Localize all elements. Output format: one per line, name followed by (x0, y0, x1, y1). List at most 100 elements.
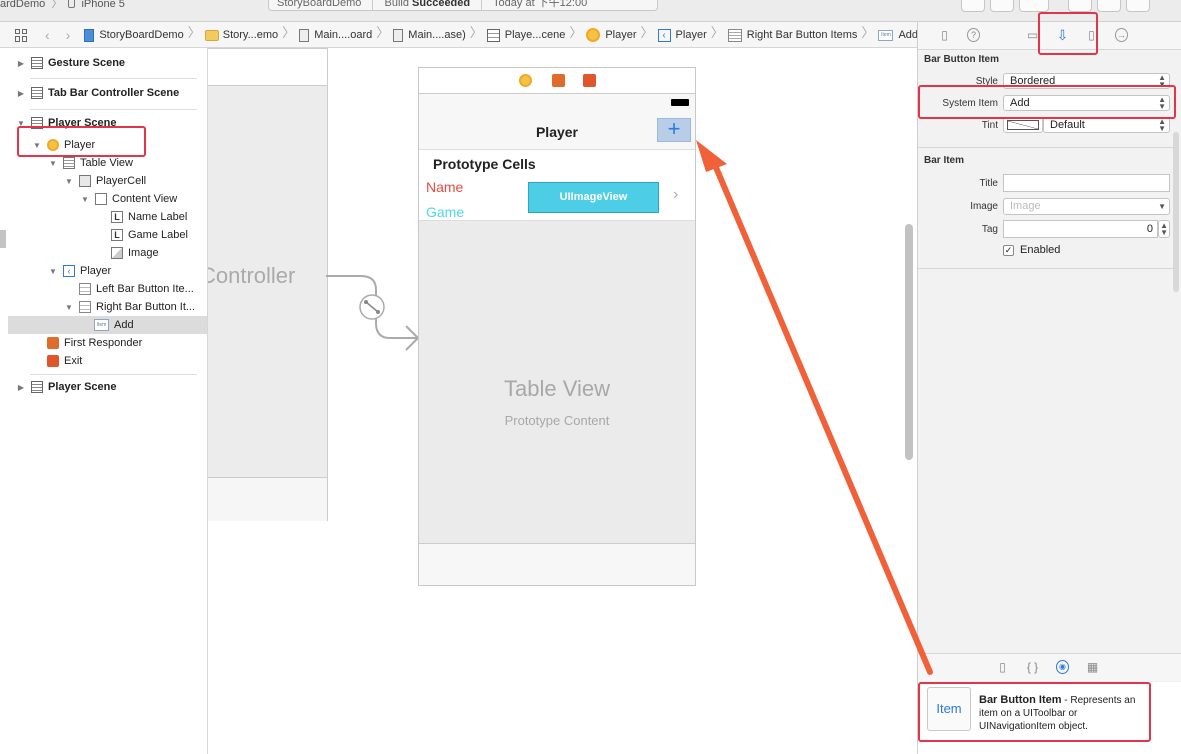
disclosure-triangle-icon[interactable]: ▶ (17, 89, 25, 98)
back-button[interactable]: ‹ (37, 22, 58, 47)
first-responder-icon (47, 337, 59, 349)
file-template-library-icon[interactable]: ▯ (996, 660, 1009, 674)
name-label[interactable]: Name (426, 179, 463, 195)
table-view[interactable]: Table View Prototype Content (419, 221, 695, 543)
outline-tab-bar-controller-scene[interactable]: ▶ Tab Bar Controller Scene (17, 84, 179, 102)
image-label: Image (970, 201, 998, 212)
enabled-label: Enabled (1020, 244, 1061, 256)
breadcrumb-label: StoryBoardDemo (99, 29, 184, 41)
forward-button[interactable]: › (58, 22, 85, 47)
image-view[interactable]: UIImageView (528, 182, 659, 213)
previous-view-controller[interactable]: Controller (208, 48, 328, 521)
table-view-placeholder-subtitle: Prototype Content (504, 413, 610, 428)
media-library-icon[interactable]: ▦ (1086, 660, 1099, 674)
enabled-checkbox[interactable]: ✓ (1003, 245, 1014, 256)
object-library-icon[interactable]: ◉ (1056, 660, 1069, 674)
breadcrumb-bar-items[interactable]: Right Bar Button Items (727, 22, 857, 47)
exit-icon (47, 355, 59, 367)
breadcrumb-group[interactable]: Story...emo (204, 22, 278, 47)
related-items-button[interactable] (0, 22, 37, 47)
outline-player-scene-2[interactable]: ▶ Player Scene (17, 378, 117, 396)
outline-item-label: First Responder (64, 337, 143, 349)
tag-stepper[interactable]: ▲ ▼ (1158, 220, 1170, 238)
standard-editor-button[interactable] (961, 0, 985, 12)
breadcrumb-navigation-item[interactable]: ‹ Player (657, 22, 707, 47)
outline-name-label[interactable]: L Name Label (111, 208, 187, 226)
tint-color-well[interactable] (1003, 117, 1043, 133)
outline-player-cell[interactable]: ▼ PlayerCell (65, 172, 146, 190)
version-editor-button[interactable] (1019, 0, 1049, 12)
outline-right-bar-button-items[interactable]: ▼ Right Bar Button It... (65, 298, 195, 316)
breadcrumb-storyboard[interactable]: Main....oard (299, 22, 373, 47)
prototype-cells-header: Prototype Cells (433, 156, 536, 172)
section-divider (918, 268, 1173, 269)
toggle-debug-area-button[interactable] (1097, 0, 1121, 12)
image-combo-box[interactable]: Image ▼ (1003, 198, 1170, 215)
breadcrumb-add-item[interactable]: Item Add (878, 22, 917, 47)
exit-icon[interactable] (583, 74, 596, 87)
tag-field[interactable]: 0 (1003, 220, 1158, 238)
grid-icon (15, 28, 28, 42)
scheme-name: ardDemo (0, 0, 46, 10)
storyboard-file-icon (393, 28, 404, 42)
navigation-item-icon: ‹ (63, 265, 75, 277)
outline-item-label: Add (114, 319, 134, 331)
outline-item-label: Exit (64, 355, 83, 367)
add-bar-button[interactable]: + (657, 118, 691, 142)
quick-help-icon[interactable]: ? (967, 28, 980, 42)
outline-content-view[interactable]: ▼ Content View (81, 190, 177, 208)
breadcrumb-scene[interactable]: Playe...cene (486, 22, 565, 47)
breadcrumb-storyboard-base[interactable]: Main....ase) (393, 22, 466, 47)
player-cell[interactable]: Name Game UIImageView › (419, 174, 695, 221)
scheme-selector[interactable]: ardDemo 〉 iPhone 5 (0, 0, 125, 11)
disclosure-triangle-icon[interactable]: ▶ (17, 383, 25, 392)
breadcrumb-view-controller[interactable]: Player (586, 22, 637, 47)
disclosure-triangle-icon[interactable]: ▼ (49, 267, 57, 276)
inspector-scrollbar[interactable] (1173, 132, 1179, 292)
outline-exit[interactable]: Exit (47, 352, 82, 370)
storyboard-file-icon (299, 28, 310, 42)
breadcrumb-label: Main....oard (314, 29, 373, 41)
outline-left-bar-button-items[interactable]: Left Bar Button Ite... (79, 280, 194, 298)
assistant-editor-button[interactable] (990, 0, 1014, 12)
tag-value: 0 (1146, 223, 1153, 235)
connections-inspector-icon[interactable]: → (1115, 28, 1128, 42)
outline-gesture-scene[interactable]: ▶ Gesture Scene (17, 54, 125, 72)
view-controller-icon[interactable] (519, 74, 532, 87)
game-label[interactable]: Game (426, 204, 464, 220)
toggle-utilities-button[interactable] (1126, 0, 1150, 12)
player-view-controller[interactable]: Player + Prototype Cells Name Game UIIma… (418, 67, 696, 586)
outline-first-responder[interactable]: First Responder (47, 334, 142, 352)
outline-image[interactable]: Image (111, 244, 159, 262)
status-bar (419, 94, 695, 110)
tint-popup[interactable]: Default ▲ ▼ (1043, 117, 1170, 133)
code-snippet-library-icon[interactable]: { } (1026, 660, 1039, 674)
disclosure-triangle-icon[interactable]: ▼ (65, 303, 73, 312)
title-label: Title (979, 178, 998, 189)
first-responder-icon[interactable] (552, 74, 565, 87)
disclosure-triangle-icon[interactable]: ▼ (81, 195, 89, 204)
table-view-placeholder-title: Table View (504, 376, 610, 401)
utilities-inspector: ▯ ? ▭ ⇩ ▯ → Bar Button Item Style Border… (917, 22, 1181, 754)
disclosure-triangle-icon[interactable]: ▶ (17, 59, 25, 68)
outline-item-label: Game Label (128, 229, 188, 241)
outline-add-bar-button-item[interactable]: Item Add (94, 316, 134, 334)
disclosure-triangle-icon[interactable]: ▼ (65, 177, 73, 186)
navigation-bar[interactable]: Player + (419, 110, 695, 150)
previous-vc-top-bar (208, 49, 327, 86)
outline-item-label: Name Label (128, 211, 188, 223)
status-build-prefix: Build (384, 0, 409, 9)
outline-game-label[interactable]: L Game Label (111, 226, 188, 244)
disclosure-triangle-icon[interactable]: ▼ (49, 159, 57, 168)
disclosure-chevron-icon: › (673, 186, 679, 203)
breadcrumb-project[interactable]: StoryBoardDemo (84, 22, 184, 47)
storyboard-canvas[interactable]: Controller Player + Prototype Cells Name… (208, 48, 917, 754)
canvas-vertical-scrollbar[interactable] (905, 224, 913, 460)
title-field[interactable] (1003, 174, 1170, 192)
toggle-navigator-button[interactable] (1068, 0, 1092, 12)
outline-navigation-item[interactable]: ▼ ‹ Player (49, 262, 111, 280)
segue-connection[interactable] (326, 268, 426, 358)
file-inspector-icon[interactable]: ▯ (938, 28, 951, 42)
image-placeholder: Image (1010, 200, 1041, 212)
outline-item-label: Image (128, 247, 159, 259)
